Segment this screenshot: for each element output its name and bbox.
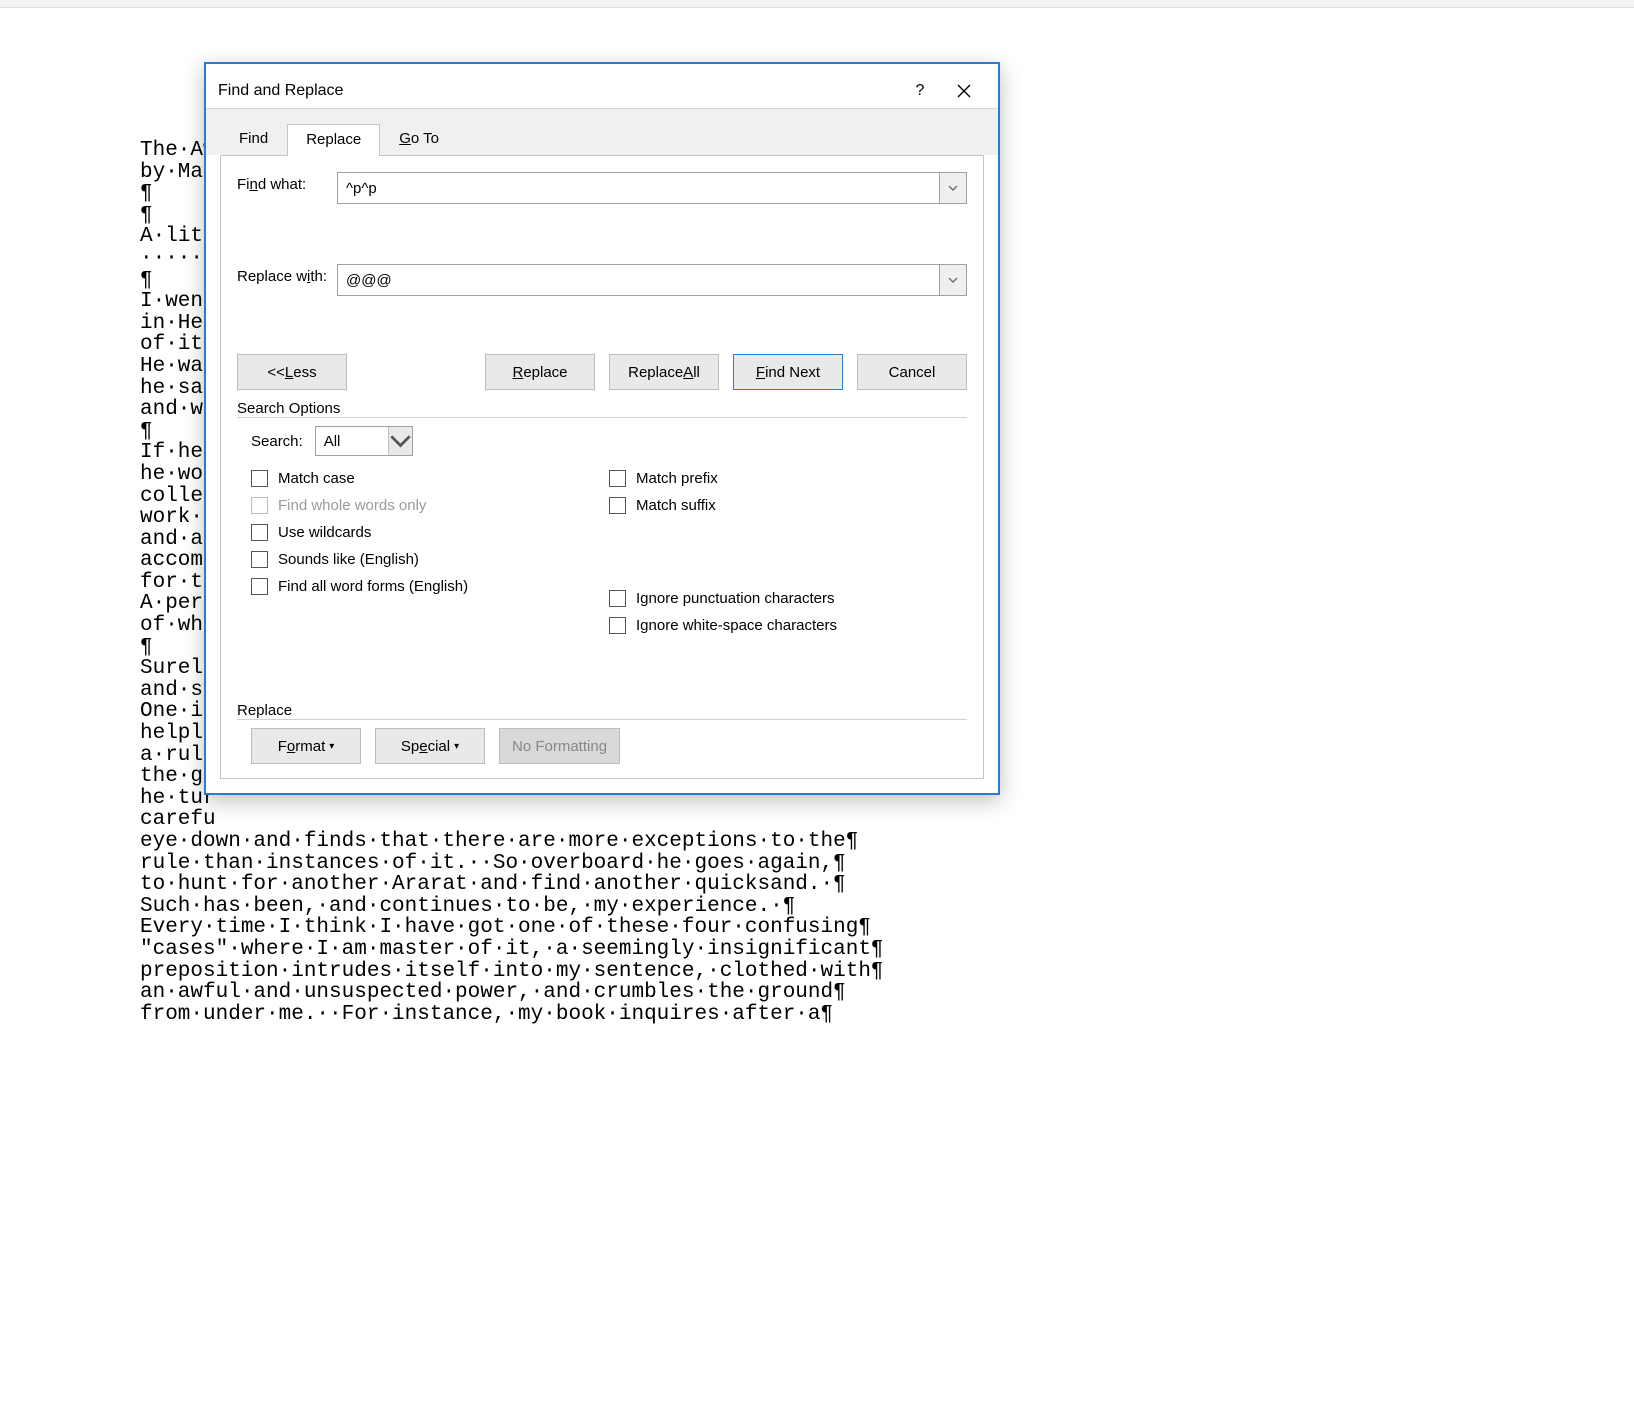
special-menu-button[interactable]: Special▾ (375, 728, 485, 764)
match-prefix-checkbox[interactable]: Match prefix (609, 470, 967, 487)
word-forms-checkbox[interactable]: Find all word forms (English) (251, 578, 609, 595)
use-wildcards-checkbox[interactable]: Use wildcards (251, 524, 609, 541)
group-divider (237, 719, 967, 720)
search-direction-label: Search: (251, 433, 303, 450)
replace-with-label: Replace with: (237, 264, 337, 285)
find-next-button[interactable]: Find Next (733, 354, 843, 390)
find-what-input[interactable] (337, 172, 939, 204)
ignore-whitespace-checkbox[interactable]: Ignore white-space characters (609, 617, 967, 634)
sounds-like-checkbox[interactable]: Sounds like (English) (251, 551, 609, 568)
replace-with-dropdown[interactable] (939, 264, 967, 296)
close-icon (957, 84, 971, 98)
chevron-down-icon (948, 185, 958, 191)
dialog-title: Find and Replace (218, 82, 898, 100)
find-row: Find what: (237, 172, 967, 204)
find-what-dropdown[interactable] (939, 172, 967, 204)
replace-group-label: Replace (237, 702, 967, 719)
tab-strip: Find Replace Go To (206, 108, 998, 155)
dialog-titlebar: Find and Replace ? (206, 64, 998, 108)
chevron-down-icon (948, 277, 958, 283)
match-suffix-checkbox[interactable]: Match suffix (609, 497, 967, 514)
close-button[interactable] (942, 75, 986, 107)
match-case-checkbox[interactable]: Match case (251, 470, 609, 487)
replace-row: Replace with: (237, 264, 967, 296)
replace-group: Format▾ Special▾ No Formatting (237, 728, 967, 764)
replace-with-input[interactable] (337, 264, 939, 296)
less-button[interactable]: << Less (237, 354, 347, 390)
action-button-row: << Less Replace Replace All Find Next Ca… (237, 354, 967, 390)
ignore-punctuation-checkbox[interactable]: Ignore punctuation characters (609, 590, 967, 607)
dialog-panel: Find what: Replace with: << Less Replace (220, 155, 984, 779)
search-direction-select[interactable]: All (315, 426, 413, 456)
search-options-group: Search: All Match case Find whole words … (237, 426, 967, 646)
format-menu-button[interactable]: Format▾ (251, 728, 361, 764)
group-divider (237, 417, 967, 418)
tab-replace[interactable]: Replace (287, 124, 380, 156)
whole-words-checkbox: Find whole words only (251, 497, 609, 514)
caret-down-icon: ▾ (454, 741, 459, 752)
find-what-label: Find what: (237, 172, 337, 193)
cancel-button[interactable]: Cancel (857, 354, 967, 390)
tab-goto[interactable]: Go To (380, 123, 458, 155)
app-top-divider (0, 0, 1634, 8)
search-options-group-label: Search Options (237, 400, 967, 417)
search-direction-drop[interactable] (388, 427, 412, 455)
help-button[interactable]: ? (898, 75, 942, 107)
replace-all-button[interactable]: Replace All (609, 354, 719, 390)
replace-button[interactable]: Replace (485, 354, 595, 390)
tab-find[interactable]: Find (220, 123, 287, 155)
caret-down-icon: ▾ (329, 741, 334, 752)
no-formatting-button: No Formatting (499, 728, 620, 764)
chevron-down-icon (389, 434, 412, 448)
find-replace-dialog: Find and Replace ? Find Replace Go To Fi… (204, 62, 1000, 795)
